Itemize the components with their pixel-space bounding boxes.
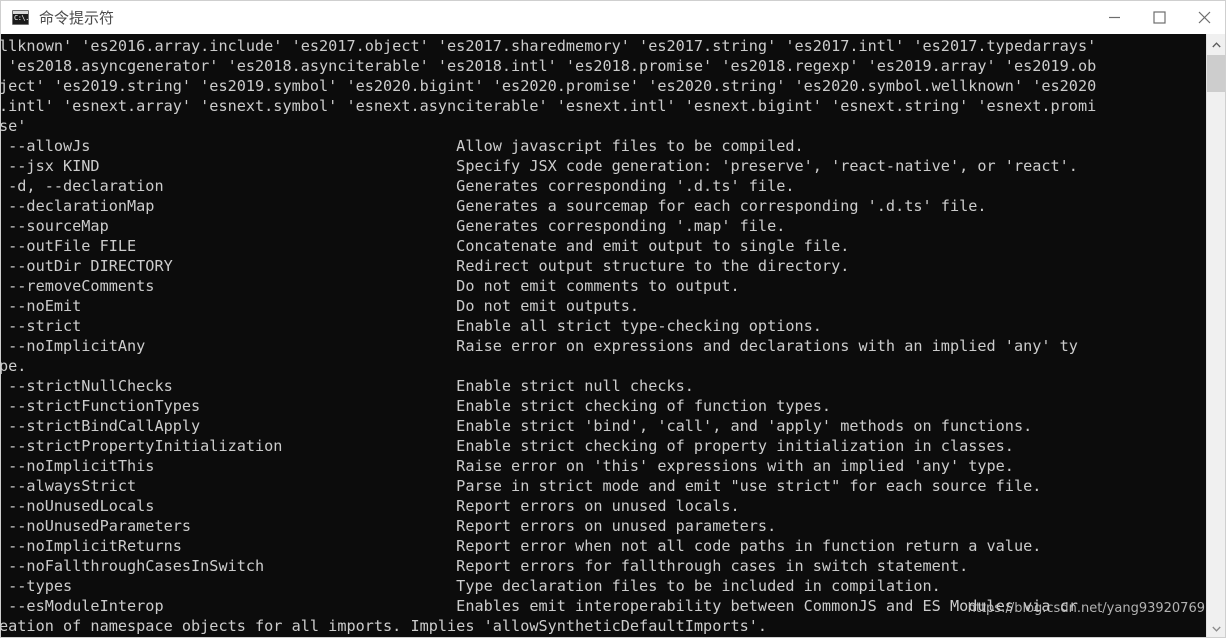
terminal-line: --noUnusedParameters Report errors on un… xyxy=(1,517,777,535)
minimize-icon xyxy=(1109,16,1120,19)
scrollbar-down-button[interactable] xyxy=(1207,618,1225,637)
window-controls xyxy=(1092,1,1225,34)
maximize-icon xyxy=(1153,11,1166,24)
title-bar[interactable]: C:\. 命令提示符 xyxy=(1,1,1225,34)
terminal-line: --jsx KIND Specify JSX code generation: … xyxy=(1,157,1078,175)
terminal-line: --allowJs Allow javascript files to be c… xyxy=(1,137,804,155)
window-title: 命令提示符 xyxy=(39,9,115,27)
cmd-icon-glyph: C:\. xyxy=(14,14,29,22)
terminal-line: --outFile FILE Concatenate and emit outp… xyxy=(1,237,850,255)
terminal-line: --strictNullChecks Enable strict null ch… xyxy=(1,377,694,395)
terminal-line: se' xyxy=(1,117,27,135)
terminal-line: 'es2018.asyncgenerator' 'es2018.asyncite… xyxy=(1,57,1097,75)
terminal-line: pe. xyxy=(1,357,27,375)
terminal-line: -d, --declaration Generates correspondin… xyxy=(1,177,795,195)
terminal-line: --noImplicitAny Raise error on expressio… xyxy=(1,337,1078,355)
terminal-line: --noImplicitThis Raise error on 'this' e… xyxy=(1,457,1014,475)
terminal-line: --noImplicitReturns Report error when no… xyxy=(1,537,1042,555)
terminal-line: --strictBindCallApply Enable strict 'bin… xyxy=(1,417,1033,435)
terminal-line: --esModuleInterop Enables emit interoper… xyxy=(1,597,1078,615)
terminal-line: llknown' 'es2016.array.include' 'es2017.… xyxy=(1,37,1097,55)
terminal-output-area[interactable]: llknown' 'es2016.array.include' 'es2017.… xyxy=(1,34,1225,637)
chevron-down-icon xyxy=(1211,626,1221,632)
cmd-icon: C:\. xyxy=(12,10,29,25)
terminal-line: --strict Enable all strict type-checking… xyxy=(1,317,822,335)
minimize-button[interactable] xyxy=(1092,1,1137,34)
title-bar-left: C:\. 命令提示符 xyxy=(1,1,114,34)
terminal-line: --declarationMap Generates a sourcemap f… xyxy=(1,197,987,215)
terminal-line: --noFallthroughCasesInSwitch Report erro… xyxy=(1,557,969,575)
scrollbar-up-button[interactable] xyxy=(1207,34,1225,55)
command-prompt-window: C:\. 命令提示符 llknown' 'es2016.array.includ… xyxy=(0,0,1226,638)
terminal-line: --alwaysStrict Parse in strict mode and … xyxy=(1,477,1042,495)
scrollbar-thumb[interactable] xyxy=(1207,55,1225,92)
vertical-scrollbar[interactable] xyxy=(1206,34,1225,637)
terminal-line: --sourceMap Generates corresponding '.ma… xyxy=(1,217,786,235)
terminal-line: ject' 'es2019.string' 'es2019.symbol' 'e… xyxy=(1,77,1097,95)
close-button[interactable] xyxy=(1182,1,1225,34)
close-icon xyxy=(1198,11,1211,24)
terminal-line: eation of namespace objects for all impo… xyxy=(1,617,768,635)
maximize-button[interactable] xyxy=(1137,1,1182,34)
terminal-line: --types Type declaration files to be inc… xyxy=(1,577,941,595)
terminal-line: --noEmit Do not emit outputs. xyxy=(1,297,640,315)
terminal-line: --outDir DIRECTORY Redirect output struc… xyxy=(1,257,850,275)
terminal-line: --strictPropertyInitialization Enable st… xyxy=(1,437,1014,455)
terminal-line: --removeComments Do not emit comments to… xyxy=(1,277,740,295)
terminal-line: --strictFunctionTypes Enable strict chec… xyxy=(1,397,832,415)
terminal-line: --noUnusedLocals Report errors on unused… xyxy=(1,497,740,515)
terminal-lines: llknown' 'es2016.array.include' 'es2017.… xyxy=(1,36,1225,636)
chevron-up-icon xyxy=(1211,41,1221,47)
terminal-line: .intl' 'esnext.array' 'esnext.symbol' 'e… xyxy=(1,97,1097,115)
